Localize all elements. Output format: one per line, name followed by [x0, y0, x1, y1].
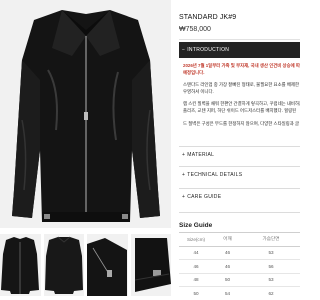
size-guide-table: Size(cm) 어깨 가슴단면 44 46 53 46 46 56 48 50…: [179, 232, 300, 300]
chest-cell: 56: [242, 259, 300, 274]
table-row: 50 54 62: [179, 286, 300, 300]
technical-details-label: TECHNICAL DETAILS: [187, 171, 243, 178]
divider: [179, 212, 300, 213]
column-header: Size(cm): [179, 232, 213, 247]
notice-line: 2026년 7월 1일부터 가죽 및 부자재, 국내 생산 인건비 상승에 따: [183, 63, 300, 68]
introduction-description: 2026년 7월 1일부터 가죽 및 부자재, 국내 생산 인건비 상승에 따 …: [183, 63, 300, 127]
description-line: 드 질벽은 구성은 무드를 한정하지 않으며, 다양한 스타일링과 글: [183, 120, 300, 126]
shoulder-cell: 46: [213, 246, 242, 260]
thumbnail-detail-collar[interactable]: [87, 234, 128, 296]
technical-details-accordion[interactable]: + TECHNICAL DETAILS: [179, 166, 300, 182]
divider: [179, 39, 300, 40]
jacket-cuff-thumb: [134, 238, 171, 292]
column-header: 가슴단면: [242, 232, 300, 247]
description-line: 스탠다드 라인업 중 가장 잘빠진 형태로, 불필요한 요소를 배제한: [183, 82, 300, 88]
chest-cell: 53: [242, 246, 300, 260]
shoulder-cell: 54: [213, 286, 242, 300]
description-line: 램 스킨 질벽을 채워 한편안 간결하게 렇곡하고, 꾸럽네는 내비하는: [183, 101, 300, 107]
size-cell: 50: [179, 286, 213, 300]
shoulder-cell: 46: [213, 259, 242, 274]
plus-icon: +: [182, 193, 186, 200]
jacket-detail-thumb: [87, 238, 127, 296]
minus-icon: −: [182, 47, 186, 53]
chest-cell: 53: [242, 273, 300, 287]
plus-icon: +: [182, 151, 186, 158]
plus-icon: +: [182, 171, 186, 178]
table-row: 48 50 53: [179, 273, 300, 287]
introduction-accordion-header[interactable]: − INTRODUCTION: [179, 42, 300, 58]
thumbnail-detail-cuff[interactable]: [130, 234, 171, 296]
material-label: MATERIAL: [187, 151, 215, 158]
size-cell: 46: [179, 259, 213, 274]
material-accordion[interactable]: + MATERIAL: [179, 146, 300, 162]
care-guide-accordion[interactable]: + CARE GUIDE: [179, 188, 300, 204]
size-cell: 44: [179, 246, 213, 260]
notice-line: 예정입니다.: [183, 69, 205, 75]
description-line: 플리즈, 교텐 지퍼, 하단 쉬이드 어드저스터를 배치했다. 힐링된: [183, 107, 297, 113]
chest-cell: 62: [242, 286, 300, 300]
table-row: 44 46 53: [179, 246, 300, 260]
introduction-label: INTRODUCTION: [187, 47, 230, 53]
table-row: 46 46 56: [179, 259, 300, 274]
column-header: 어깨: [213, 232, 242, 247]
size-table-header: Size(cm) 어깨 가슴단면: [179, 232, 300, 247]
product-info-panel: STANDARD JK#9 ₩758,000 − INTRODUCTION 20…: [179, 0, 300, 300]
thumbnail-back[interactable]: [43, 234, 84, 296]
jacket-front-thumb: [1, 237, 39, 294]
product-price: ₩758,000: [179, 26, 211, 33]
leather-jacket-illustration: [12, 10, 160, 222]
main-product-image[interactable]: [0, 0, 171, 228]
shoulder-cell: 50: [213, 273, 242, 287]
description-line: 우영하셔 이니다.: [183, 88, 214, 94]
thumbnail-strip: [0, 234, 171, 300]
product-title: STANDARD JK#9: [179, 14, 237, 21]
jacket-back-thumb: [44, 236, 83, 294]
size-cell: 48: [179, 273, 213, 287]
care-guide-label: CARE GUIDE: [187, 193, 222, 200]
thumbnail-front[interactable]: [0, 234, 41, 296]
size-guide-title: Size Guide: [179, 222, 213, 229]
